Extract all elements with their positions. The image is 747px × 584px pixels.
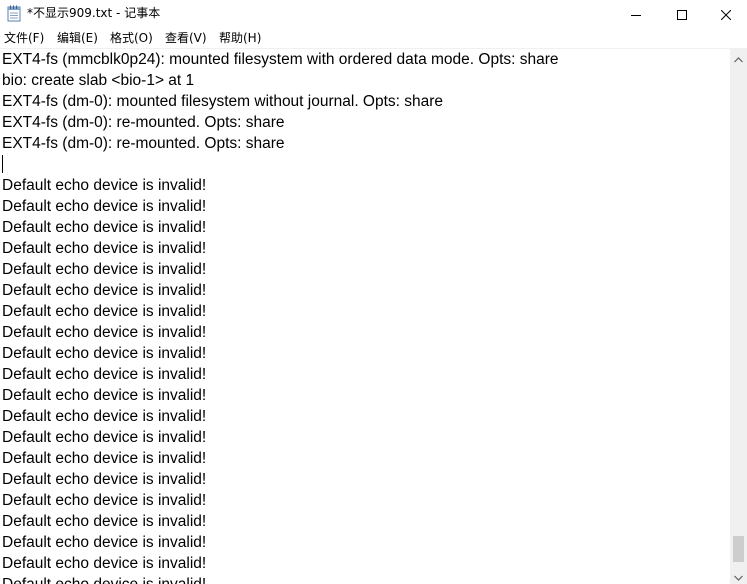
menu-format[interactable]: 格式(O) xyxy=(110,30,153,46)
text-line: Default echo device is invalid! xyxy=(2,534,207,551)
text-line: Default echo device is invalid! xyxy=(2,387,207,404)
maximize-button[interactable] xyxy=(659,0,705,28)
minimize-icon xyxy=(631,5,641,24)
text-line: Default echo device is invalid! xyxy=(2,513,207,530)
text-line: Default echo device is invalid! xyxy=(2,429,207,446)
scroll-up-button[interactable] xyxy=(730,49,747,66)
text-editor[interactable]: EXT4-fs (mmcblk0p24): mounted filesystem… xyxy=(0,49,730,584)
text-line: EXT4-fs (dm-0): mounted filesystem witho… xyxy=(2,93,444,110)
text-line: Default echo device is invalid! xyxy=(2,366,207,383)
menu-bar: 文件(F) 编辑(E) 格式(O) 查看(V) 帮助(H) xyxy=(0,28,747,49)
title-bar[interactable]: *不显示909.txt - 记事本 xyxy=(0,0,747,28)
text-line: Default echo device is invalid! xyxy=(2,324,207,341)
text-line: EXT4-fs (dm-0): re-mounted. Opts: share xyxy=(2,114,285,131)
text-line: Default echo device is invalid! xyxy=(2,219,207,236)
text-line: Default echo device is invalid! xyxy=(2,240,207,257)
text-line: Default echo device is invalid! xyxy=(2,261,207,278)
chevron-down-icon xyxy=(734,566,743,584)
text-line: bio: create slab <bio-1> at 1 xyxy=(2,72,195,89)
text-line: Default echo device is invalid! xyxy=(2,177,207,194)
maximize-icon xyxy=(677,5,687,24)
text-caret xyxy=(2,155,3,173)
chevron-up-icon xyxy=(734,48,743,67)
text-line: Default echo device is invalid! xyxy=(2,471,207,488)
text-line: Default echo device is invalid! xyxy=(2,450,207,467)
text-line: Default echo device is invalid! xyxy=(2,555,207,572)
close-button[interactable] xyxy=(705,0,747,28)
text-line: Default echo device is invalid! xyxy=(2,198,207,215)
text-line: Default echo device is invalid! xyxy=(2,408,207,425)
text-line: Default echo device is invalid! xyxy=(2,492,207,509)
scroll-thumb[interactable] xyxy=(733,536,744,562)
text-line: Default echo device is invalid! xyxy=(2,574,206,584)
menu-help[interactable]: 帮助(H) xyxy=(219,30,261,46)
close-icon xyxy=(720,5,732,24)
text-line: Default echo device is invalid! xyxy=(2,345,207,362)
scroll-down-button[interactable] xyxy=(730,567,747,584)
text-line: EXT4-fs (dm-0): re-mounted. Opts: share xyxy=(2,135,285,152)
window-title: *不显示909.txt - 记事本 xyxy=(27,6,161,20)
text-line: Default echo device is invalid! xyxy=(2,282,207,299)
menu-file[interactable]: 文件(F) xyxy=(4,30,44,46)
notepad-icon[interactable] xyxy=(7,5,21,22)
text-line: Default echo device is invalid! xyxy=(2,303,207,320)
text-line: EXT4-fs (mmcblk0p24): mounted filesystem… xyxy=(2,51,559,68)
vertical-scrollbar[interactable] xyxy=(730,49,747,584)
menu-edit[interactable]: 编辑(E) xyxy=(57,30,98,46)
minimize-button[interactable] xyxy=(613,0,659,28)
menu-view[interactable]: 查看(V) xyxy=(165,30,207,46)
notepad-window: *不显示909.txt - 记事本 文件(F) 编辑(E) 格式(O) 查看(V… xyxy=(0,0,747,584)
